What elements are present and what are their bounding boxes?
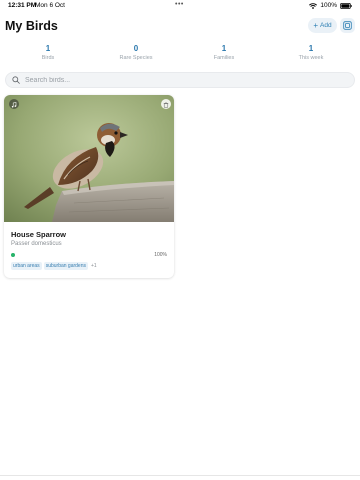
stat-birds: 1 Birds bbox=[13, 44, 83, 62]
trash-icon bbox=[163, 95, 169, 113]
more-tags-count[interactable]: +1 bbox=[91, 263, 97, 269]
bottom-divider bbox=[0, 475, 360, 476]
bird-scientific-name: Passer domesticus bbox=[11, 241, 62, 247]
bird-name: House Sparrow bbox=[11, 230, 67, 239]
delete-bird-button[interactable] bbox=[161, 99, 171, 109]
habitat-tag[interactable]: urban areas bbox=[11, 262, 42, 270]
status-dot bbox=[11, 253, 15, 257]
tag-list: urban areas suburban gardens +1 bbox=[11, 262, 97, 270]
confidence-value: 100% bbox=[154, 252, 167, 258]
add-button-label: Add bbox=[320, 22, 332, 29]
search-icon bbox=[12, 71, 20, 89]
habitat-tag[interactable]: suburban gardens bbox=[43, 262, 88, 270]
stat-label: This week bbox=[298, 55, 324, 61]
battery-icon bbox=[340, 2, 352, 9]
wifi-icon bbox=[309, 2, 318, 9]
search-input[interactable] bbox=[25, 76, 345, 84]
bird-card[interactable]: House Sparrow Passer domesticus 100% urb… bbox=[4, 95, 174, 278]
stat-value: 1 bbox=[45, 44, 51, 53]
stat-value: 1 bbox=[308, 44, 314, 53]
stat-families: 1 Families bbox=[189, 44, 259, 62]
view-toggle-button[interactable] bbox=[340, 18, 355, 33]
stat-label: Birds bbox=[41, 55, 55, 61]
status-bar: 12:31 PM Mon 6 Oct ••• 100% bbox=[0, 0, 360, 12]
view-toggle-icon bbox=[343, 17, 352, 35]
status-right: 100% bbox=[309, 2, 352, 9]
sound-button[interactable] bbox=[9, 99, 19, 109]
plus-icon: + bbox=[313, 20, 319, 30]
stat-label: Rare Species bbox=[119, 55, 153, 61]
search-bar[interactable] bbox=[5, 72, 355, 88]
stat-this-week: 1 This week bbox=[276, 44, 346, 62]
stats-row: 1 Birds 0 Rare Species 1 Families 1 This… bbox=[0, 44, 360, 64]
add-bird-button[interactable]: + Add bbox=[308, 18, 337, 33]
stat-label: Families bbox=[213, 55, 235, 61]
status-time: 12:31 PM bbox=[8, 2, 37, 9]
battery-percent: 100% bbox=[320, 2, 337, 9]
multitasking-dots[interactable]: ••• bbox=[175, 1, 184, 8]
page-title: My Birds bbox=[5, 19, 58, 33]
status-date: Mon 6 Oct bbox=[35, 2, 65, 9]
stat-rare-species: 0 Rare Species bbox=[101, 44, 171, 62]
stat-value: 0 bbox=[133, 44, 139, 53]
music-note-icon bbox=[11, 95, 17, 113]
stat-value: 1 bbox=[221, 44, 227, 53]
sparrow-photo bbox=[4, 95, 174, 222]
